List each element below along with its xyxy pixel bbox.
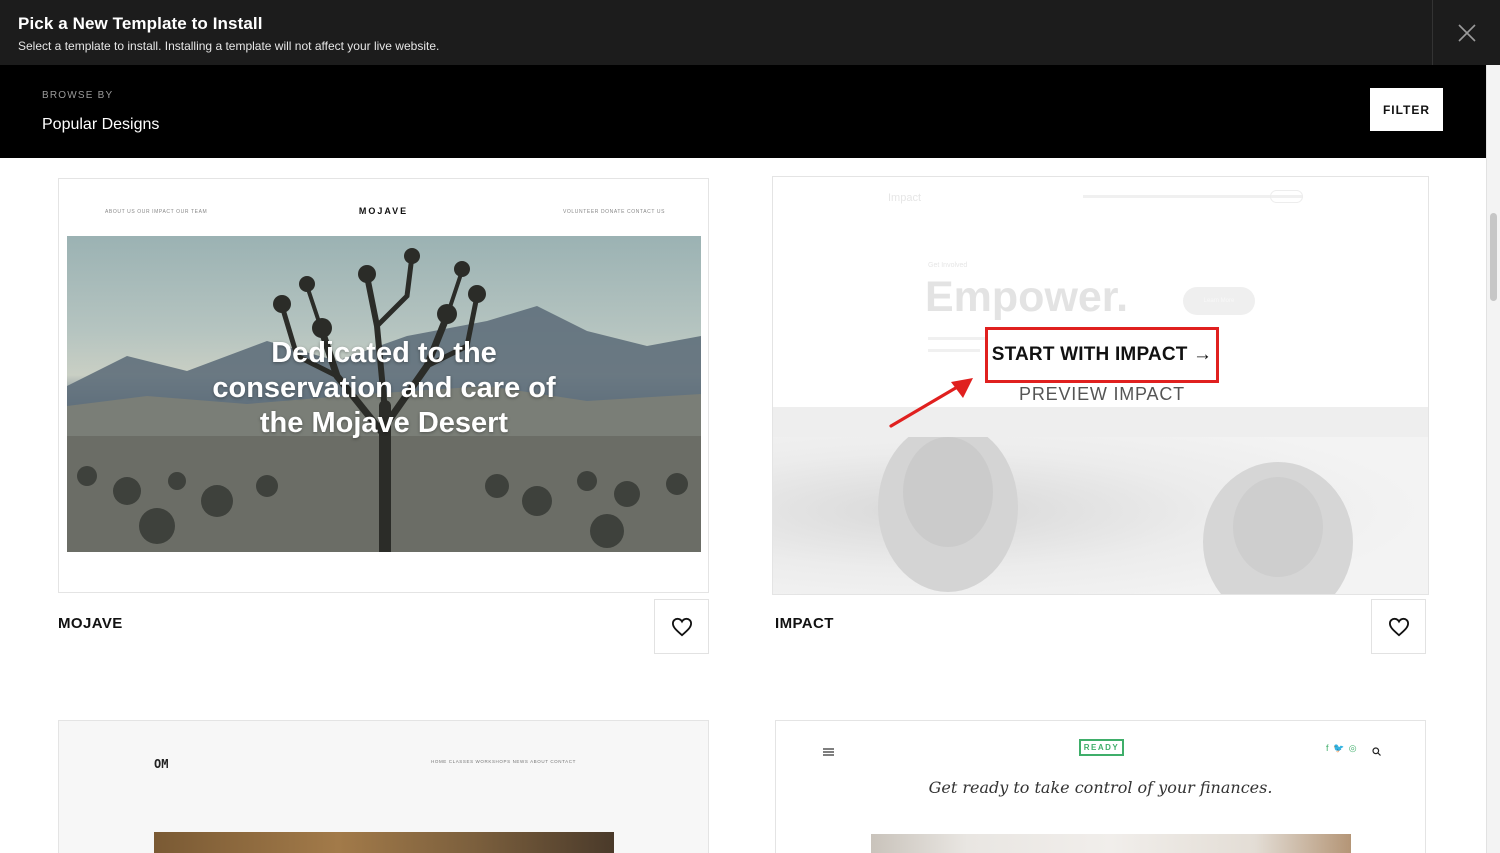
scrollbar[interactable]: [1486, 65, 1500, 853]
search-icon: [1372, 743, 1381, 761]
browse-by-label: BROWSE BY: [42, 90, 114, 101]
favorite-button-impact[interactable]: [1371, 599, 1426, 654]
annotation-arrow-icon: [889, 378, 973, 428]
scrollbar-thumb[interactable]: [1490, 213, 1497, 301]
social-icons: f 🐦 ◎: [1326, 743, 1358, 753]
modal-subtitle: Select a template to install. Installing…: [18, 39, 440, 53]
filter-button[interactable]: FILTER: [1370, 88, 1443, 131]
start-with-impact-button[interactable]: START WITH IMPACT →: [985, 327, 1219, 383]
close-button[interactable]: [1432, 0, 1500, 65]
mojave-nav-right: VOLUNTEER DONATE CONTACT US: [563, 209, 666, 215]
template-preview-om[interactable]: OM HOME CLASSES WORKSHOPS NEWS ABOUT CON…: [58, 720, 709, 853]
template-preview-mojave[interactable]: ABOUT US OUR IMPACT OUR TEAM MOJAVE VOLU…: [58, 178, 709, 593]
om-logo: OM: [154, 757, 169, 771]
impact-eyebrow: Get Involved: [928, 262, 968, 269]
close-icon: [1457, 23, 1476, 42]
modal-header: Pick a New Template to Install Select a …: [0, 0, 1500, 65]
mojave-hero-image: Dedicated to the conservation and care o…: [67, 236, 701, 552]
impact-body-line-2: [928, 349, 980, 352]
impact-nav-button: [1270, 190, 1303, 203]
template-preview-impact[interactable]: Impact Get Involved Empower. Learn More …: [772, 176, 1429, 595]
template-preview-ready[interactable]: READY f 🐦 ◎ Get ready to take control of…: [775, 720, 1426, 853]
impact-hero-image: [773, 407, 1428, 594]
heart-icon: [1388, 617, 1409, 636]
preview-impact-link[interactable]: PREVIEW IMPACT: [985, 384, 1219, 405]
hamburger-menu-icon: [823, 743, 834, 761]
impact-logo: Impact: [888, 192, 922, 204]
ready-logo: READY: [1079, 739, 1124, 756]
heart-icon: [671, 617, 692, 636]
template-name-mojave[interactable]: MOJAVE: [58, 615, 123, 632]
modal-title: Pick a New Template to Install: [18, 14, 263, 33]
people-photo: [773, 407, 1428, 594]
mojave-headline: Dedicated to the conservation and care o…: [212, 337, 556, 439]
impact-body-line-1: [928, 337, 988, 340]
template-name-impact[interactable]: IMPACT: [775, 615, 834, 632]
browse-bar: BROWSE BY Popular Designs FILTER: [0, 65, 1486, 158]
impact-learn-more: Learn More: [1183, 287, 1255, 315]
om-hero-image: [154, 832, 614, 853]
om-nav: HOME CLASSES WORKSHOPS NEWS ABOUT CONTAC…: [431, 759, 576, 764]
impact-headline: Empower.: [925, 273, 1129, 321]
browse-category[interactable]: Popular Designs: [42, 116, 159, 134]
ready-tagline: Get ready to take control of your financ…: [928, 778, 1273, 797]
ready-hero-image: [871, 834, 1351, 853]
favorite-button-mojave[interactable]: [654, 599, 709, 654]
